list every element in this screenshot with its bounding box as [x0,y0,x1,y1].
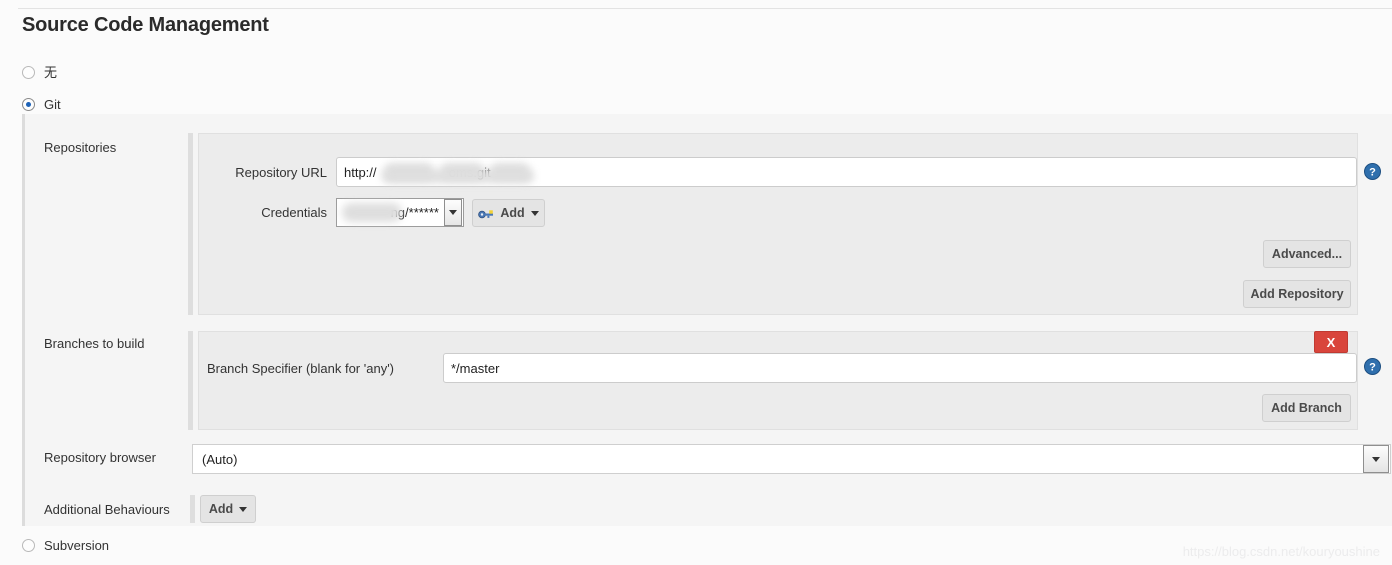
branch-specifier-label: Branch Specifier (blank for 'any') [206,361,394,376]
watermark: https://blog.csdn.net/kouryoushine [1182,544,1380,559]
svg-text:?: ? [1369,362,1376,374]
scm-configuration-page: Source Code Management 无 Git Repositorie… [0,0,1392,565]
repositories-section-label: Repositories [44,140,117,155]
key-icon [478,209,494,218]
add-credentials-button[interactable]: Add [472,199,545,227]
add-branch-label: Add Branch [1271,400,1342,415]
chevron-down-icon[interactable] [444,199,462,226]
repository-browser-select[interactable]: (Auto) [192,444,1391,474]
repository-browser-label: Repository browser [44,450,156,465]
chevron-down-icon [530,210,539,216]
repository-url-label: Repository URL [235,165,327,180]
radio-git[interactable] [22,97,35,111]
scm-option-none[interactable]: 无 [22,61,57,83]
add-branch-button[interactable]: Add Branch [1262,394,1351,422]
radio-subversion[interactable] [22,538,35,552]
branches-section-label: Branches to build [44,336,145,351]
credentials-label: Credentials [261,205,327,220]
branches-rail [188,331,193,430]
repository-browser-value: (Auto) [202,451,238,467]
additional-behaviours-rail [190,495,195,523]
delete-branch-label: X [1326,334,1336,350]
credentials-select[interactable]: ng/****** [336,198,464,227]
repositories-rail [188,133,193,315]
chevron-down-icon[interactable] [1363,445,1389,473]
add-repository-label: Add Repository [1250,286,1344,301]
scm-option-none-label: 无 [44,64,58,80]
delete-branch-button[interactable]: X [1314,331,1348,353]
radio-none[interactable] [22,65,35,79]
top-divider [18,8,1392,9]
branch-specifier-input[interactable] [443,353,1357,383]
svg-text:?: ? [1369,167,1376,179]
chevron-down-icon [239,506,248,512]
help-icon-branch-specifier[interactable]: ? [1364,358,1381,375]
scm-option-subversion-label: Subversion [44,537,110,553]
repository-url-input[interactable] [336,157,1357,187]
page-title: Source Code Management [22,14,269,36]
add-credentials-label: Add [500,205,525,220]
credentials-value: ng/****** [390,205,439,220]
add-repository-button[interactable]: Add Repository [1243,280,1351,308]
add-behaviour-button[interactable]: Add [200,495,256,523]
add-behaviour-label: Add [208,501,234,516]
advanced-label: Advanced... [1271,246,1343,261]
help-icon-repository-url[interactable]: ? [1364,163,1381,180]
scm-option-git[interactable]: Git [22,93,61,115]
advanced-button[interactable]: Advanced... [1263,240,1351,268]
additional-behaviours-label: Additional Behaviours [44,502,170,517]
scm-option-git-label: Git [44,96,61,112]
scm-option-subversion[interactable]: Subversion [22,534,109,556]
